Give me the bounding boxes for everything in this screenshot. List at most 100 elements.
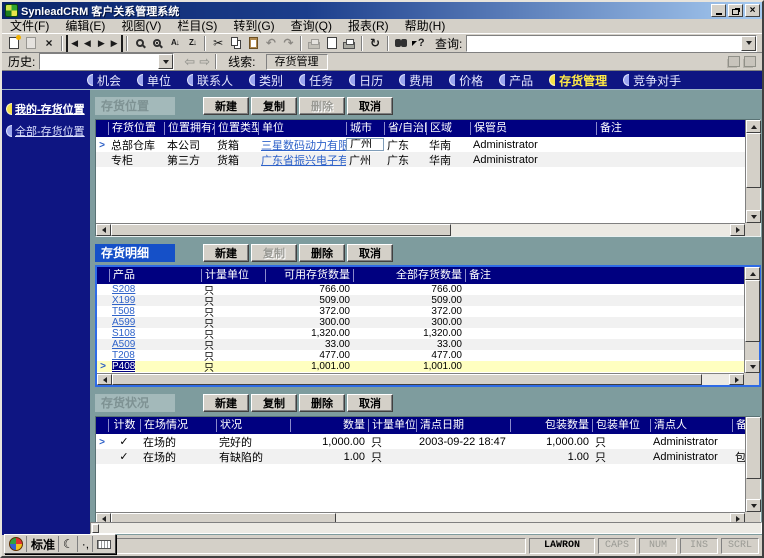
column-header[interactable]: 计量单位	[201, 269, 265, 282]
tab-product[interactable]: 产品	[499, 72, 533, 89]
cut-button[interactable]: ✂	[209, 35, 227, 52]
column-header[interactable]: 可用存货数量	[265, 269, 353, 282]
tab-expense[interactable]: 费用	[399, 72, 433, 89]
ime-punctuation-button[interactable]: ·,	[79, 536, 94, 552]
table-row[interactable]: T508 只 372.00 372.00	[97, 306, 759, 319]
history-dropdown-button[interactable]	[158, 54, 174, 69]
column-header[interactable]: 备注	[596, 122, 745, 135]
copy-button[interactable]	[227, 35, 245, 52]
menu-report[interactable]: 报表(R)	[340, 19, 397, 34]
column-header[interactable]: 计量单位	[368, 419, 416, 432]
scroll-thumb[interactable]	[112, 374, 702, 385]
first-record-button[interactable]: ◀	[65, 34, 80, 52]
ime-fullhalf-button[interactable]: ☾	[60, 536, 78, 552]
details-cancel-button[interactable]: 取消	[347, 244, 393, 262]
column-header[interactable]: 位置类型	[214, 122, 258, 135]
column-header[interactable]: 数量	[290, 419, 368, 432]
table-row[interactable]: ✓ 在场的 有缺陷的 1.00 只 1.00 只 Administrator 包…	[96, 449, 760, 464]
restore-button[interactable]	[728, 4, 743, 17]
table-row[interactable]: 总部仓库 本公司 货箱 三星数码动力有限公司 广州 广东 华南 Administ…	[96, 137, 760, 152]
help-button[interactable]: ?	[409, 35, 427, 52]
column-header[interactable]: 在场情况	[140, 419, 216, 432]
locations-cancel-button[interactable]: 取消	[347, 97, 393, 115]
column-header[interactable]: 存货位置	[108, 122, 164, 135]
back-button[interactable]: ⇦	[184, 54, 195, 70]
column-header[interactable]: 清点人	[650, 419, 732, 432]
preview-button[interactable]	[148, 35, 166, 52]
menu-columns[interactable]: 栏目(S)	[169, 19, 225, 34]
sheet-horizontal-scrollbar[interactable]	[90, 522, 762, 534]
table-row[interactable]: A599 只 300.00 300.00	[97, 317, 759, 330]
paste-button[interactable]	[245, 35, 263, 52]
status-new-button[interactable]: 新建	[203, 394, 249, 412]
column-header[interactable]: 备注	[732, 419, 745, 432]
scroll-right-button[interactable]	[729, 374, 744, 385]
column-header[interactable]: 状况	[216, 419, 290, 432]
horizontal-scrollbar[interactable]	[96, 223, 745, 236]
product-link[interactable]: P408	[112, 361, 136, 372]
details-new-button[interactable]: 新建	[203, 244, 249, 262]
print-button[interactable]	[305, 35, 323, 52]
scroll-down-button[interactable]	[746, 499, 761, 512]
scroll-right-button[interactable]	[730, 224, 745, 236]
print-preview-button[interactable]	[341, 35, 359, 52]
report-book-icon[interactable]	[728, 56, 740, 67]
column-header[interactable]: 备注	[465, 269, 744, 282]
scroll-thumb[interactable]	[111, 224, 451, 236]
table-row[interactable]: A509 只 33.00 33.00	[97, 339, 759, 352]
last-record-button[interactable]: ▶	[108, 34, 123, 52]
query-input[interactable]	[467, 35, 742, 51]
column-header[interactable]: 产品	[109, 269, 201, 282]
scroll-thumb[interactable]	[746, 133, 761, 188]
search-button[interactable]	[131, 35, 149, 52]
ime-mode-button[interactable]: 标准	[28, 536, 60, 552]
prev-record-button[interactable]: ◀	[80, 35, 94, 52]
product-link[interactable]: X199	[109, 295, 201, 306]
sort-asc-button[interactable]: A↓	[166, 35, 184, 52]
details-delete-button[interactable]: 删除	[299, 244, 345, 262]
sort-desc-button[interactable]: Z↓	[184, 35, 202, 52]
table-row[interactable]: S108 只 1,320.00 1,320.00	[97, 328, 759, 341]
tab-task[interactable]: 任务	[299, 72, 333, 89]
table-row[interactable]: 专柜 第三方 货箱 广东省振兴电子有限公司 广州 广东 华南 Administr…	[96, 152, 760, 167]
tab-category[interactable]: 类别	[249, 72, 283, 89]
details-copy-button[interactable]: 复制	[251, 244, 297, 262]
product-link[interactable]: A599	[109, 317, 201, 328]
vertical-scrollbar[interactable]	[745, 120, 761, 223]
menu-help[interactable]: 帮助(H)	[397, 19, 454, 34]
scroll-down-button[interactable]	[746, 210, 761, 223]
status-delete-button[interactable]: 删除	[299, 394, 345, 412]
column-header[interactable]: 保管员	[470, 122, 596, 135]
tab-competitor[interactable]: 竞争对手	[623, 72, 681, 89]
status-cancel-button[interactable]: 取消	[347, 394, 393, 412]
locations-new-button[interactable]: 新建	[203, 97, 249, 115]
horizontal-scrollbar[interactable]	[97, 373, 744, 385]
tab-contact[interactable]: 联系人	[187, 72, 233, 89]
menu-goto[interactable]: 转到(G)	[225, 19, 282, 34]
column-header[interactable]: 计数	[108, 419, 140, 432]
column-header[interactable]: 区域	[426, 122, 470, 135]
vertical-scrollbar[interactable]	[744, 267, 760, 373]
locations-copy-button[interactable]: 复制	[251, 97, 297, 115]
status-copy-button[interactable]: 复制	[251, 394, 297, 412]
sidebar-item-all-locations[interactable]: 全部-存货位置	[2, 120, 90, 142]
column-header[interactable]: 位置拥有权	[164, 122, 214, 135]
menu-file[interactable]: 文件(F)	[2, 19, 57, 34]
redo-button[interactable]: ↷	[280, 35, 298, 52]
forward-button[interactable]: ⇨	[199, 54, 210, 70]
menu-edit[interactable]: 编辑(E)	[57, 19, 113, 34]
find-button[interactable]	[392, 35, 410, 52]
report-book2-icon[interactable]	[744, 56, 756, 67]
scroll-thumb[interactable]	[92, 524, 99, 533]
vertical-scrollbar[interactable]	[745, 417, 761, 512]
column-header[interactable]: 包装数量	[510, 419, 592, 432]
column-header[interactable]: 包装单位	[592, 419, 650, 432]
column-header[interactable]: 全部存货数量	[353, 269, 465, 282]
next-record-button[interactable]: ▶	[94, 35, 108, 52]
tab-inventory[interactable]: 存货管理	[549, 72, 607, 89]
scroll-thumb[interactable]	[746, 417, 761, 479]
tab-opportunity[interactable]: 机会	[87, 72, 121, 89]
table-row-selected[interactable]: P408 只 1,001.00 1,001.00	[97, 361, 759, 374]
menu-view[interactable]: 视图(V)	[113, 19, 169, 34]
scroll-up-button[interactable]	[745, 267, 760, 280]
